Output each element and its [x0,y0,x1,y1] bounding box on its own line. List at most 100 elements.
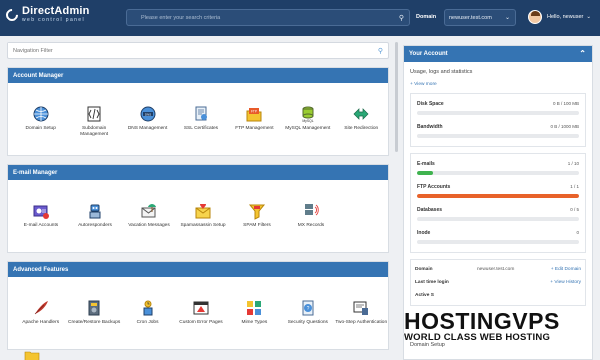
stat-row: Disk Space 0 B / 100 MB [417,97,579,120]
ssl-certificates-item[interactable]: SSL Certificates [174,105,227,155]
view-more-link[interactable]: + View more [404,75,592,87]
item-label: Cron Jobs [136,320,159,325]
stat-label: E-mails [417,161,435,167]
create-restore-backups-item[interactable]: Create/Restore Backups [67,299,120,349]
stat-label: Bandwidth [417,124,443,130]
mysql-management-item[interactable]: MySQL MySQL Management [281,105,334,155]
item-label: Autoresponders [78,223,112,228]
stat-value: 0 B / 1000 MB [550,124,579,129]
info-card: Domain newuser.test.com + Edit Domain La… [410,259,586,306]
email-manager-panel: E-mail Manager E-mail Accounts Autorespo… [7,164,389,253]
email-accounts-item[interactable]: E-mail Accounts [14,202,68,252]
site-redirection-item[interactable]: Site Redirection [335,105,388,155]
backup-icon [88,300,100,316]
chevron-down-icon: ⌄ [586,14,591,20]
navigation-filter[interactable]: ⚲ [7,42,389,59]
greeting: Hello, newuser [547,14,584,20]
logo[interactable]: DirectAdmin web control panel [3,6,90,23]
svg-text:?: ? [306,306,309,312]
custom-error-pages-item[interactable]: Custom Error Pages [174,299,227,349]
main-content: ⚲ Account Manager Domain Setup Subdomain… [7,42,393,360]
spam-filters-item[interactable]: SPAM Filters [230,202,284,252]
domain-setup-item[interactable]: Domain Setup [14,105,67,155]
active-row: Active S [411,289,585,302]
chevron-up-icon[interactable]: ⌃ [579,49,586,58]
stat-label: FTP Accounts [417,184,451,190]
item-label: MySQL Management [285,126,331,131]
last-login-label: Last time login [415,280,449,285]
domain-row: Domain newuser.test.com + Edit Domain [411,263,585,276]
usage-bar [417,111,579,115]
view-history-link[interactable]: + View History [550,280,581,285]
usage-bar [417,194,579,198]
mx-records-item[interactable]: MX Records [284,202,338,252]
usage-bar [417,217,579,221]
usage-bar [417,171,579,175]
security-questions-item[interactable]: ? Security Questions [281,299,334,349]
usage-bar-fill [417,171,434,175]
item-label: SPAM Filters [243,223,271,228]
item-label: Apache Handlers [22,320,60,325]
globe-icon [33,106,49,122]
panel-title[interactable]: Advanced Features [8,262,388,277]
item-label: Vacation Messages [128,223,170,228]
apache-handlers-item[interactable]: Apache Handlers [14,299,67,349]
ftp-icon: FTP [246,108,262,122]
domain-label: Domain [416,14,437,20]
cron-jobs-item[interactable]: Cron Jobs [121,299,174,349]
search-input[interactable] [127,14,387,21]
spamassassin-setup-item[interactable]: Spamassassin Setup [176,202,230,252]
redirect-icon [353,108,369,120]
vacation-icon [141,204,156,218]
main-scrollbar[interactable] [395,42,398,152]
watermark-tagline: WORLD CLASS WEB HOSTING [404,332,551,344]
stat-label: Databases [417,207,443,213]
mime-types-item[interactable]: Mime Types [228,299,281,349]
search-box[interactable]: ⚲ [126,9,410,26]
active-label: Active S [415,293,434,298]
item-label: SSL Certificates [183,126,219,131]
item-label: Security Questions [287,320,328,325]
subdomain-management-item[interactable]: Subdomain Management [67,105,120,155]
edit-domain-link[interactable]: + Edit Domain [551,267,581,272]
spam-filter-icon [248,204,266,220]
vacation-messages-item[interactable]: Vacation Messages [122,202,176,252]
item-label: MX Records [297,223,325,228]
ftp-management-item[interactable]: FTP FTP Management [228,105,281,155]
navigation-filter-input[interactable] [8,43,368,54]
mysql-icon: MySQL [302,106,314,123]
watermark-title: HOSTINGVPS [403,307,560,335]
usage-bar [417,240,579,244]
your-account-header[interactable]: Your Account ⌃ [404,46,592,62]
two-step-icon [353,301,369,315]
mime-icon [247,301,262,315]
storage-card: Disk Space 0 B / 100 MB Bandwidth 0 B / 100… [410,93,586,147]
item-label: Subdomain Management [80,126,109,137]
cron-icon [143,300,153,316]
dns-management-item[interactable]: DNS DNS Management [121,105,174,155]
stat-label: Inode [417,230,431,236]
autoresponders-item[interactable]: Autoresponders [68,202,122,252]
stat-value: 1 / 10 [567,161,579,166]
item-label: Mime Types [241,320,268,325]
item-label: Domain Setup [25,126,56,131]
item-label: Create/Restore Backups [68,320,121,325]
usage-card: E-mails 1 / 10 FTP Accounts 1 / 1 Databases 0… [410,153,586,253]
advanced-features-panel: Advanced Features Apache Handlers Create… [7,261,389,350]
panel-title[interactable]: Account Manager [8,68,388,83]
domain-select-value: newuser.test.com [449,15,492,21]
panel-title[interactable]: E-mail Manager [8,165,388,180]
stat-value: 0 [576,230,579,235]
stat-label: Disk Space [417,101,444,107]
usage-bar [417,134,579,138]
mx-icon [305,204,319,216]
info-domain-label: Domain [415,267,433,272]
last-login-row: Last time login + View History [411,276,585,289]
item-label: E-mail Accounts [23,223,59,228]
domain-select[interactable]: newuser.test.com ⌄ [444,9,516,26]
user-menu[interactable]: Hello, newuser ⌄ [528,10,591,24]
avatar[interactable] [528,10,542,24]
item-label: Custom Error Pages [179,320,223,325]
search-icon[interactable]: ⚲ [399,14,404,22]
two-step-authentication-item[interactable]: Two-Step Authentication [335,299,388,349]
